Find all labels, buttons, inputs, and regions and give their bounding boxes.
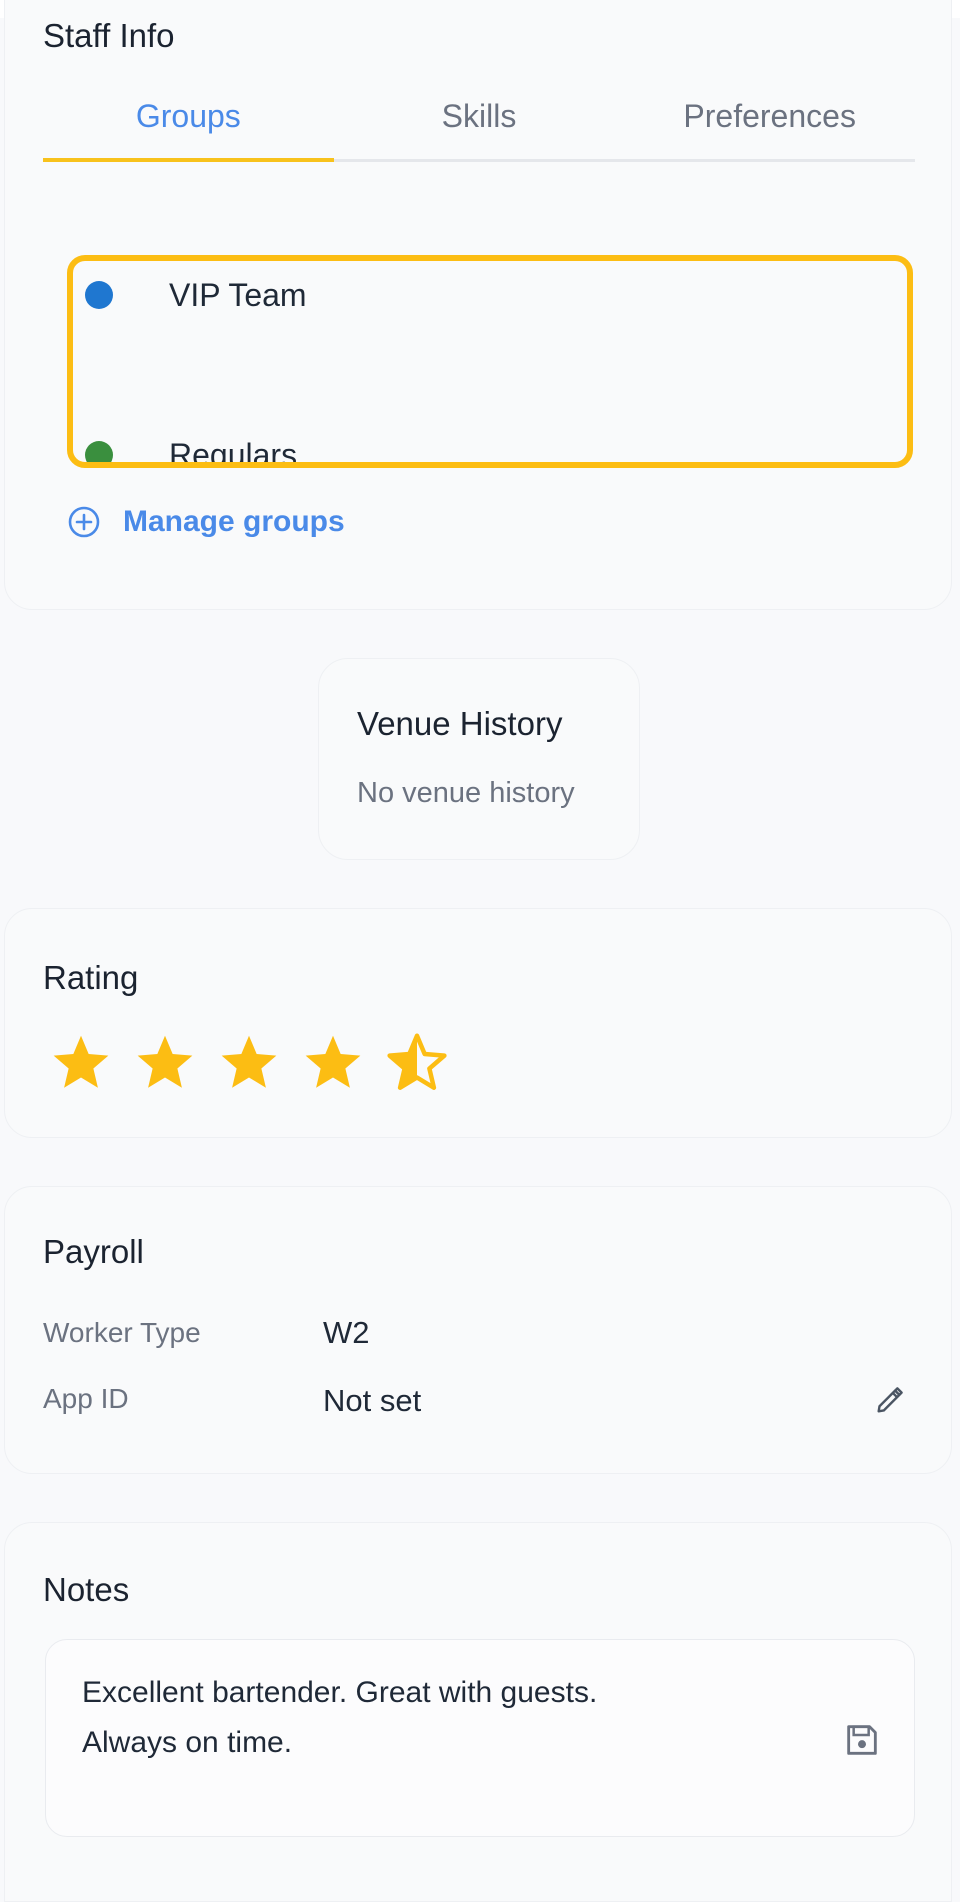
notes-textarea[interactable]: Excellent bartender. Great with guests. … xyxy=(45,1639,915,1837)
pencil-edit-icon[interactable] xyxy=(873,1383,907,1417)
group-color-dot-icon xyxy=(85,281,113,309)
groups-list: VIP Team Regulars xyxy=(67,255,913,468)
tab-preferences[interactable]: Preferences xyxy=(624,73,915,159)
group-item-regulars[interactable]: Regulars xyxy=(73,437,907,468)
star-full-icon[interactable] xyxy=(51,1033,111,1093)
payroll-title: Payroll xyxy=(43,1233,144,1270)
payroll-card: Payroll Worker Type W2 App ID Not set xyxy=(4,1186,952,1474)
group-item-vip-team[interactable]: VIP Team xyxy=(73,277,907,317)
plus-circle-icon xyxy=(68,506,100,538)
staff-info-card: Staff Info Groups Skills Preferences VIP… xyxy=(4,0,952,610)
group-color-dot-icon xyxy=(85,441,113,462)
staff-info-tabs: Groups Skills Preferences xyxy=(43,73,915,162)
notes-title: Notes xyxy=(43,1571,130,1608)
group-label: VIP Team xyxy=(169,277,307,313)
worker-type-value: W2 xyxy=(323,1315,370,1350)
tab-groups[interactable]: Groups xyxy=(43,73,334,162)
rating-card: Rating xyxy=(4,908,952,1138)
manage-groups-label: Manage groups xyxy=(123,505,345,538)
notes-line-2: Always on time. xyxy=(82,1726,293,1759)
venue-history-empty-text: No venue history xyxy=(357,777,575,809)
manage-groups-link[interactable]: Manage groups xyxy=(67,505,345,539)
tab-skills[interactable]: Skills xyxy=(334,73,625,159)
notes-line-1: Excellent bartender. Great with guests. xyxy=(82,1676,598,1709)
rating-title: Rating xyxy=(43,959,139,996)
venue-history-title: Venue History xyxy=(357,705,563,742)
star-full-icon[interactable] xyxy=(303,1033,363,1093)
star-full-icon[interactable] xyxy=(135,1033,195,1093)
star-half-icon[interactable] xyxy=(387,1033,447,1093)
save-floppy-icon[interactable] xyxy=(842,1720,882,1760)
notes-card: Notes Excellent bartender. Great with gu… xyxy=(4,1522,952,1902)
group-label: Regulars xyxy=(169,437,298,468)
staff-info-title: Staff Info xyxy=(43,17,175,54)
venue-history-card: Venue History No venue history xyxy=(318,658,640,860)
worker-type-label: Worker Type xyxy=(43,1317,201,1348)
notes-text: Excellent bartender. Great with guests. … xyxy=(82,1668,802,1768)
app-id-label: App ID xyxy=(43,1383,129,1414)
app-id-value: Not set xyxy=(323,1383,422,1418)
rating-stars[interactable] xyxy=(51,1033,471,1093)
star-full-icon[interactable] xyxy=(219,1033,279,1093)
